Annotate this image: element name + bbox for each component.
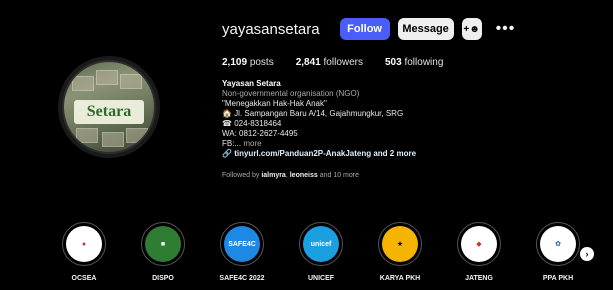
highlight-dispo[interactable]: ■ DISPO (135, 222, 191, 282)
posts-label: posts (249, 57, 274, 68)
bio-line-whatsapp: WA: 0812-2627-4495 (222, 129, 298, 138)
followed-user-2[interactable]: leoneiss (290, 172, 318, 179)
highlight-label: SAFE4C 2022 (219, 275, 265, 282)
bio-fb-prefix: FB:... (222, 139, 242, 148)
highlight-ring: unicef (299, 222, 343, 266)
highlight-label: OCSEA (71, 275, 97, 282)
category-label: Non-governmental organisation (NGO) (222, 89, 360, 98)
follow-button[interactable]: Follow (339, 18, 390, 40)
more-options-icon[interactable]: ••• (496, 20, 516, 38)
bio-link[interactable]: tinyurl.com/Panduan2P-AnakJateng and 2 m… (234, 149, 416, 158)
followed-by-suffix: and 10 more (319, 172, 360, 179)
avatar-photo-tile (126, 128, 148, 143)
following-count: 503 (385, 57, 402, 68)
chevron-right-icon[interactable]: › (580, 247, 594, 261)
bio-link-row[interactable]: 🔗 tinyurl.com/Panduan2P-AnakJateng and 2… (222, 149, 522, 159)
highlight-safe4c[interactable]: SAFE4C SAFE4C 2022 (214, 222, 270, 282)
highlight-cover: ■ (145, 226, 181, 262)
highlight-cover: ★ (382, 226, 418, 262)
highlight-cover: ✿ (540, 226, 576, 262)
highlight-cover: ● (66, 226, 102, 262)
posts-count: 2,109 (222, 57, 248, 68)
highlight-cover: unicef (303, 226, 339, 262)
followed-by-prefix: Followed by (222, 172, 260, 179)
highlight-karya-pkh[interactable]: ★ KARYA PKH (372, 222, 428, 282)
profile-bio: Yayasan Setara Non-governmental organisa… (222, 79, 522, 181)
highlight-label: JATENG (465, 275, 493, 282)
profile-stats: 2,109 posts 2,841 followers 503 followin… (222, 57, 443, 68)
followers-label: followers (323, 57, 363, 68)
highlight-cover: SAFE4C (224, 226, 260, 262)
avatar-logo-text: Setara (86, 103, 132, 120)
avatar-logo: Setara (74, 100, 144, 124)
highlight-ring: ★ (378, 222, 422, 266)
bio-line-phone: ☎ 024-8318464 (222, 119, 282, 128)
profile-avatar[interactable]: Setara (58, 56, 160, 158)
followed-by[interactable]: Followed by ialmyra, leoneiss and 10 mor… (222, 171, 522, 181)
bio-more-link[interactable]: more (243, 139, 261, 148)
bio-line-fb: FB:... more (222, 139, 522, 149)
avatar-photo-tile (96, 70, 118, 85)
highlight-label: UNICEF (307, 275, 335, 282)
highlight-label: PPA PKH (542, 275, 574, 282)
bio-line-motto: "Menegakkan Hak-Hak Anak" (222, 99, 327, 108)
story-highlights: ● OCSEA ■ DISPO SAFE4C SAFE4C 2022 unice… (56, 222, 596, 290)
avatar-photo-tile (72, 76, 94, 91)
highlight-label: DISPO (152, 275, 174, 282)
highlight-ring: ■ (141, 222, 185, 266)
followers-count: 2,841 (295, 57, 321, 68)
avatar-image: Setara (62, 60, 156, 154)
highlight-ring: SAFE4C (220, 222, 264, 266)
username: yayasansetara (222, 20, 320, 38)
link-icon: 🔗 (222, 149, 232, 158)
highlight-ring: ● (62, 222, 106, 266)
highlight-ppa-pkh[interactable]: ✿ PPA PKH (530, 222, 586, 282)
add-person-icon[interactable]: +☻ (461, 18, 482, 40)
highlight-label: KARYA PKH (379, 275, 421, 282)
highlight-ocsea[interactable]: ● OCSEA (56, 222, 112, 282)
following-stat[interactable]: 503 following (385, 57, 443, 68)
followers-stat[interactable]: 2,841 followers (296, 57, 363, 68)
highlight-jateng[interactable]: ◆ JATENG (451, 222, 507, 282)
highlight-unicef[interactable]: unicef UNICEF (293, 222, 349, 282)
profile-header: yayasansetara Follow Message +☻ ••• (222, 18, 515, 40)
message-button[interactable]: Message (397, 18, 454, 40)
display-name: Yayasan Setara (222, 79, 281, 88)
highlight-ring: ◆ (457, 222, 501, 266)
avatar-photo-tile (120, 74, 142, 89)
following-label: following (404, 57, 444, 68)
avatar-photo-tile (102, 132, 124, 147)
highlight-cover: ◆ (461, 226, 497, 262)
followed-user-1[interactable]: ialmyra (261, 172, 286, 179)
avatar-photo-tile (76, 128, 98, 143)
bio-line-address: 🏠 Jl. Sampangan Baru A/14, Gajahmungkur,… (222, 109, 404, 118)
highlight-ring: ✿ (536, 222, 580, 266)
posts-stat: 2,109 posts (222, 57, 274, 68)
